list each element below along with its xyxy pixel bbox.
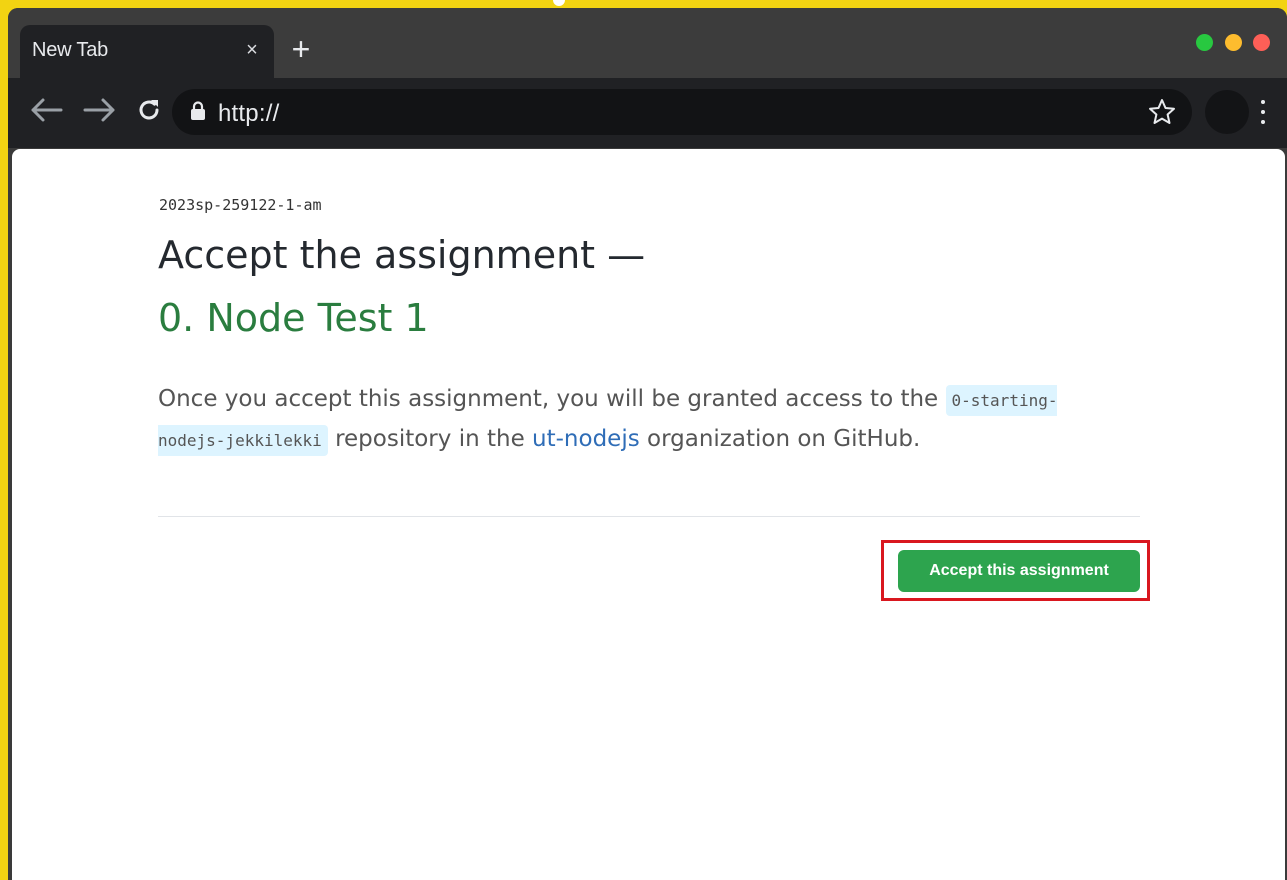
new-tab-button[interactable]: + [284,32,318,66]
browser-window: New Tab × + http:// 2023sp-259122-1-am A… [8,8,1287,880]
star-icon[interactable] [1147,97,1177,132]
menu-icon[interactable] [1255,94,1271,130]
tab-new-tab[interactable]: New Tab × [20,25,274,78]
window-minimize-button[interactable] [1225,34,1242,51]
tab-close-icon[interactable]: × [238,35,266,65]
description-text-3: organization on GitHub. [639,426,921,452]
browser-toolbar: http:// [8,78,1287,148]
assignment-description: Once you accept this assignment, you wil… [158,380,1098,460]
window-close-button[interactable] [1253,34,1270,51]
url-text: http:// [218,100,280,127]
forward-arrow-icon[interactable] [82,92,118,128]
profile-avatar[interactable] [1205,90,1249,134]
classroom-code: 2023sp-259122-1-am [159,196,322,214]
description-text-2: repository in the [327,426,533,452]
page-content: 2023sp-259122-1-am Accept the assignment… [12,149,1285,880]
lock-icon [190,101,206,126]
page-title: Accept the assignment — [158,233,646,277]
assignment-name: 0. Node Test 1 [158,296,429,340]
accept-assignment-button[interactable]: Accept this assignment [898,550,1140,592]
tab-strip: New Tab × + [8,8,1287,78]
top-marker-dot [553,0,565,6]
address-bar[interactable]: http:// [172,89,1192,135]
back-arrow-icon[interactable] [28,92,64,128]
divider [158,516,1140,517]
tab-title: New Tab [32,39,109,61]
window-zoom-button[interactable] [1196,34,1213,51]
organization-link[interactable]: ut-nodejs [532,426,640,452]
description-text-1: Once you accept this assignment, you wil… [158,386,946,412]
reload-icon[interactable] [131,92,167,128]
